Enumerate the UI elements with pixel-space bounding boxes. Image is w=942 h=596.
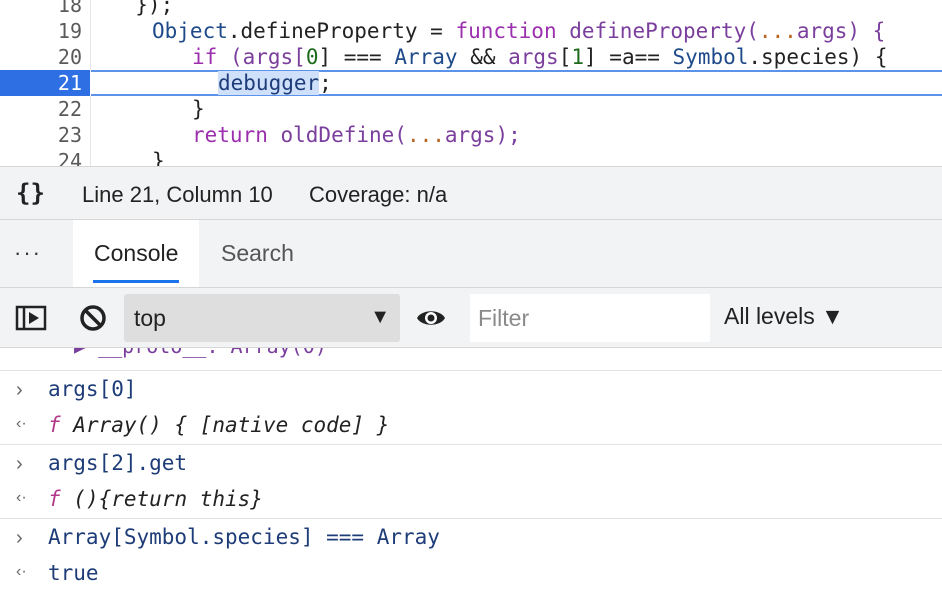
console-result[interactable]: true bbox=[48, 561, 99, 585]
tab-label: Console bbox=[94, 240, 179, 266]
console-input[interactable]: args[2].get bbox=[48, 451, 187, 475]
cursor-position: Line 21, Column 10 bbox=[82, 182, 273, 207]
input-prompt-icon: › bbox=[16, 527, 23, 549]
line-number[interactable]: 23 bbox=[0, 122, 90, 148]
console-entry: › args[2].get ‹· f (){return this} bbox=[0, 444, 942, 519]
token: ] =a== bbox=[584, 45, 673, 69]
code-text: Object.defineProperty = function defineP… bbox=[152, 18, 885, 44]
context-value: top bbox=[134, 305, 166, 331]
more-tabs-icon[interactable]: ··· bbox=[14, 240, 42, 266]
token: 0 bbox=[305, 45, 319, 69]
token: && bbox=[457, 45, 509, 69]
token: args bbox=[508, 45, 559, 69]
line-number[interactable]: 20 bbox=[0, 44, 90, 70]
code-editor[interactable]: 18 }); 19 Object.defineProperty = functi… bbox=[0, 0, 942, 166]
console-input[interactable]: args[0] bbox=[48, 377, 137, 401]
clear-console-icon[interactable] bbox=[77, 302, 109, 334]
console-result[interactable]: f Array() { [native code] } bbox=[48, 413, 389, 437]
result-prompt-icon: ‹· bbox=[16, 489, 27, 506]
input-prompt-icon: › bbox=[16, 453, 23, 475]
code-line-24[interactable]: 24 } bbox=[0, 148, 942, 166]
console-output[interactable]: ▶ __proto__: Array(0) › args[0] ‹· f Arr… bbox=[0, 348, 942, 596]
breakpoint-line-number[interactable]: 21 bbox=[0, 70, 90, 96]
chevron-down-icon: ▼ bbox=[370, 306, 390, 328]
console-entry: › Array[Symbol.species] === Array ‹· tru… bbox=[0, 518, 942, 596]
line-number[interactable]: 19 bbox=[0, 18, 90, 44]
code-line-23[interactable]: 23 return oldDefine(...args); bbox=[0, 122, 942, 148]
context-selector[interactable]: top ▼ bbox=[124, 294, 400, 342]
result-prompt-icon: ‹· bbox=[16, 415, 27, 432]
token: .defineProperty = bbox=[227, 19, 456, 43]
code-line-20[interactable]: 20 if (args[0] === Array && args[1] =a==… bbox=[0, 44, 942, 70]
pretty-print-icon[interactable]: {} bbox=[16, 180, 45, 206]
token: function bbox=[455, 19, 557, 43]
result-text: (){return this} bbox=[60, 487, 263, 511]
result-prompt-icon: ‹· bbox=[16, 563, 27, 580]
tab-console[interactable]: Console bbox=[73, 220, 200, 287]
filter-input[interactable] bbox=[470, 294, 710, 342]
code-text: } bbox=[192, 97, 205, 121]
token: Object bbox=[152, 19, 228, 43]
code-text: return oldDefine(...args); bbox=[192, 122, 521, 148]
proto-row[interactable]: ▶ __proto__: Array(0) bbox=[74, 348, 327, 358]
code-text: } bbox=[152, 149, 165, 166]
console-result[interactable]: f (){return this} bbox=[48, 487, 263, 511]
live-expression-eye-icon[interactable] bbox=[415, 302, 447, 334]
coverage-status: Coverage: n/a bbox=[309, 182, 448, 207]
tab-search[interactable]: Search bbox=[200, 220, 315, 287]
line-number[interactable]: 18 bbox=[0, 0, 90, 18]
token: ... bbox=[406, 123, 445, 147]
code-line-22[interactable]: 22 } bbox=[0, 96, 942, 122]
input-prompt-icon: › bbox=[16, 379, 23, 401]
console-row-truncated: ▶ __proto__: Array(0) bbox=[0, 348, 942, 358]
token: args); bbox=[444, 123, 521, 147]
token: if bbox=[192, 45, 218, 69]
token: ... bbox=[758, 19, 797, 43]
code-line-21[interactable]: 21 debugger; bbox=[0, 70, 942, 96]
token: [ bbox=[558, 45, 572, 69]
code-text: debugger; bbox=[218, 70, 332, 96]
show-sidebar-icon[interactable] bbox=[15, 302, 47, 334]
active-tab-indicator bbox=[93, 280, 180, 283]
tab-label: Search bbox=[221, 240, 294, 266]
token: oldDefine( bbox=[267, 123, 407, 147]
function-glyph: f bbox=[48, 487, 61, 511]
code-text: if (args[0] === Array && args[1] =a== Sy… bbox=[192, 44, 887, 70]
token: ; bbox=[319, 71, 332, 95]
drawer-tab-bar: ··· Console Search bbox=[0, 220, 942, 288]
selected-token: debugger bbox=[218, 71, 320, 95]
code-text: }); bbox=[110, 0, 174, 17]
token: return bbox=[192, 123, 268, 147]
function-glyph: f bbox=[48, 413, 61, 437]
token: Symbol bbox=[672, 45, 749, 69]
token: 1 bbox=[571, 45, 585, 69]
token: (args[ bbox=[217, 45, 306, 69]
token: Array bbox=[394, 45, 458, 69]
result-text: Array() { [native code] } bbox=[60, 413, 390, 437]
token: args) { bbox=[796, 19, 886, 43]
code-line-18[interactable]: 18 }); bbox=[0, 0, 942, 18]
editor-status-bar: {} Line 21, Column 10 Coverage: n/a bbox=[0, 166, 942, 220]
token: .species) { bbox=[748, 45, 888, 69]
log-levels-dropdown[interactable]: All levels ▼ bbox=[724, 303, 844, 330]
line-number[interactable]: 22 bbox=[0, 96, 90, 122]
code-line-19[interactable]: 19 Object.defineProperty = function defi… bbox=[0, 18, 942, 44]
console-input[interactable]: Array[Symbol.species] === Array bbox=[48, 525, 440, 549]
console-toolbar: top ▼ All levels ▼ bbox=[0, 288, 942, 348]
line-number[interactable]: 24 bbox=[0, 148, 90, 166]
console-entry: › args[0] ‹· f Array() { [native code] } bbox=[0, 370, 942, 445]
token: ] === bbox=[318, 45, 395, 69]
token: defineProperty( bbox=[556, 19, 759, 43]
